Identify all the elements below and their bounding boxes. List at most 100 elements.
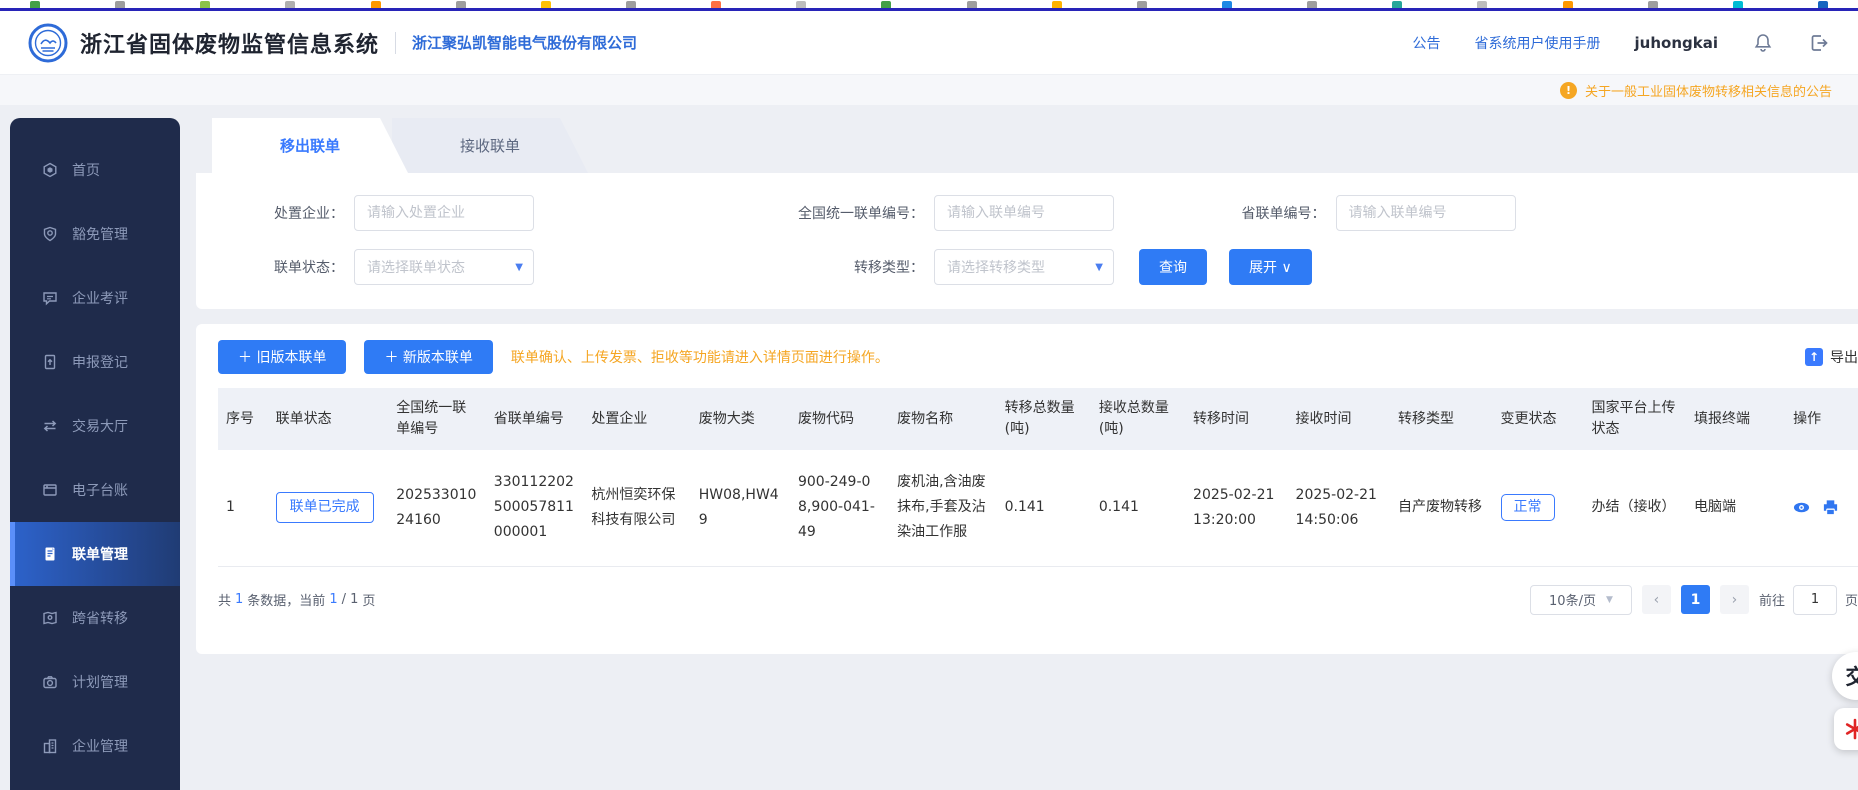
cell-upload-status: 办结（接收） (1583, 450, 1686, 566)
sidebar-item-eledger[interactable]: 电子台账 (10, 458, 180, 522)
sidebar-item-label: 交易大厅 (72, 416, 128, 436)
col-receive-qty: 接收总数量(吨) (1091, 388, 1185, 450)
bookmark-favicon[interactable] (1818, 1, 1828, 8)
bookmark-favicon[interactable] (1733, 1, 1743, 8)
tab-inbound-manifest[interactable]: 接收联单 (392, 118, 588, 173)
national-manifest-no-label: 全国统一联单编号： (534, 203, 934, 223)
page-size-value: 10条/页 (1549, 590, 1596, 609)
bookmark-favicon[interactable] (1137, 1, 1147, 8)
col-seq: 序号 (218, 388, 268, 450)
bookmark-favicon[interactable] (285, 1, 295, 8)
sidebar-item-plan[interactable]: 计划管理 (10, 650, 180, 714)
bookmark-favicon[interactable] (796, 1, 806, 8)
sidebar-item-label: 企业考评 (72, 288, 128, 308)
bookmark-favicon[interactable] (1222, 1, 1232, 8)
disposal-company-input[interactable] (354, 195, 534, 231)
sidebar-item-manifest[interactable]: 联单管理 (10, 522, 180, 586)
print-icon[interactable] (1822, 499, 1839, 516)
app-header: 浙江省固体废物监管信息系统 浙江聚弘凯智能电气股份有限公司 公告 省系统用户使用… (0, 11, 1858, 74)
bookmark-favicon[interactable] (30, 1, 40, 8)
sidebar-item-enterprise[interactable]: 企业管理 (10, 714, 180, 778)
col-transfer-qty: 转移总数量(吨) (997, 388, 1091, 450)
transfer-type-placeholder: 请选择转移类型 (947, 257, 1045, 277)
notice-link[interactable]: 公告 (1413, 33, 1441, 53)
col-transfer-type: 转移类型 (1390, 388, 1493, 450)
bookmark-favicon[interactable] (1477, 1, 1487, 8)
sidebar-item-label: 跨省转移 (72, 608, 128, 628)
sidebar-item-exemption[interactable]: 豁免管理 (10, 202, 180, 266)
prev-page-button[interactable]: ‹ (1642, 585, 1671, 614)
col-status: 联单状态 (268, 388, 389, 450)
floating-brand-widget[interactable] (1834, 708, 1858, 750)
cell-receive-qty: 0.141 (1091, 450, 1185, 566)
col-waste-category: 废物大类 (691, 388, 790, 450)
bookmark-favicon[interactable] (881, 1, 891, 8)
view-eye-icon[interactable] (1793, 499, 1810, 516)
page-size-select[interactable]: 10条/页 ▼ (1530, 585, 1632, 615)
next-page-button[interactable]: › (1720, 585, 1749, 614)
camera-icon (42, 674, 58, 690)
bookmark-favicon[interactable] (1307, 1, 1317, 8)
chat-icon (42, 290, 58, 306)
bookmark-favicon[interactable] (1563, 1, 1573, 8)
bookmark-favicon[interactable] (1648, 1, 1658, 8)
expand-button[interactable]: 展开 ∨ (1229, 249, 1312, 285)
col-actions: 操作 (1785, 388, 1858, 450)
bookmark-favicon[interactable] (541, 1, 551, 8)
shield-icon (42, 226, 58, 242)
cell-province-no: 330112202500057811000001 (486, 450, 584, 566)
manifest-status-select[interactable]: 请选择联单状态 ▼ (354, 249, 534, 285)
goto-page-input[interactable] (1793, 585, 1837, 615)
bookmark-favicon[interactable] (967, 1, 977, 8)
col-transfer-time: 转移时间 (1185, 388, 1288, 450)
status-badge[interactable]: 联单已完成 (276, 492, 374, 523)
new-manifest-button[interactable]: ＋ 新版本联单 (364, 340, 492, 374)
goto-suffix: 页 (1845, 590, 1858, 609)
manifest-doc-icon (42, 546, 58, 562)
transfer-type-select[interactable]: 请选择转移类型 ▼ (934, 249, 1114, 285)
page-1-button[interactable]: 1 (1681, 585, 1710, 614)
header-divider (395, 32, 396, 54)
bookmark-favicon[interactable] (626, 1, 636, 8)
change-status-badge[interactable]: 正常 (1501, 494, 1555, 521)
national-manifest-no-input[interactable] (934, 195, 1114, 231)
export-button[interactable]: ↑ 导出 (1805, 347, 1858, 367)
table-row: 1 联单已完成 20253301024160 33011220250005781… (218, 450, 1858, 566)
bookmark-favicon[interactable] (456, 1, 466, 8)
sidebar-item-declaration[interactable]: 申报登记 (10, 330, 180, 394)
sidebar-item-cross-province[interactable]: 跨省转移 (10, 586, 180, 650)
announcement-text[interactable]: 关于一般工业固体废物转移相关信息的公告 (1585, 81, 1832, 100)
cell-transfer-qty: 0.141 (997, 450, 1091, 566)
province-manifest-no-input[interactable] (1336, 195, 1516, 231)
manifest-table: 序号 联单状态 全国统一联单编号 省联单编号 处置企业 废物大类 废物代码 废物… (218, 388, 1858, 567)
col-waste-name: 废物名称 (889, 388, 996, 450)
sidebar-item-label: 企业管理 (72, 736, 128, 756)
map-book-icon (42, 610, 58, 626)
col-change-status: 变更状态 (1493, 388, 1584, 450)
operation-hint: 联单确认、上传发票、拒收等功能请进入详情页面进行操作。 (511, 347, 889, 367)
logout-icon[interactable] (1808, 32, 1830, 54)
manifest-status-label: 联单状态： (222, 257, 354, 277)
summary-mid: 条数据，当前 (247, 590, 325, 609)
bookmark-favicon[interactable] (200, 1, 210, 8)
tab-outbound-manifest[interactable]: 移出联单 (212, 118, 408, 173)
sidebar-item-home[interactable]: 首页 (10, 138, 180, 202)
manual-link[interactable]: 省系统用户使用手册 (1475, 33, 1601, 53)
exchange-arrows-icon (42, 418, 58, 434)
sidebar-item-assessment[interactable]: 企业考评 (10, 266, 180, 330)
bookmark-favicon[interactable] (371, 1, 381, 8)
old-manifest-button[interactable]: ＋ 旧版本联单 (218, 340, 346, 374)
cell-seq: 1 (218, 450, 268, 566)
bookmark-favicon[interactable] (1052, 1, 1062, 8)
col-disposal-company: 处置企业 (583, 388, 690, 450)
bookmark-favicon[interactable] (711, 1, 721, 8)
bookmark-favicon[interactable] (115, 1, 125, 8)
bookmark-favicon[interactable] (1392, 1, 1402, 8)
bell-icon[interactable] (1752, 32, 1774, 54)
home-icon (42, 162, 58, 178)
cell-national-no: 20253301024160 (388, 450, 486, 566)
sidebar-item-trading-hall[interactable]: 交易大厅 (10, 394, 180, 458)
col-national-no: 全国统一联单编号 (388, 388, 486, 450)
search-button[interactable]: 查询 (1139, 249, 1207, 285)
username[interactable]: juhongkai (1635, 34, 1718, 52)
